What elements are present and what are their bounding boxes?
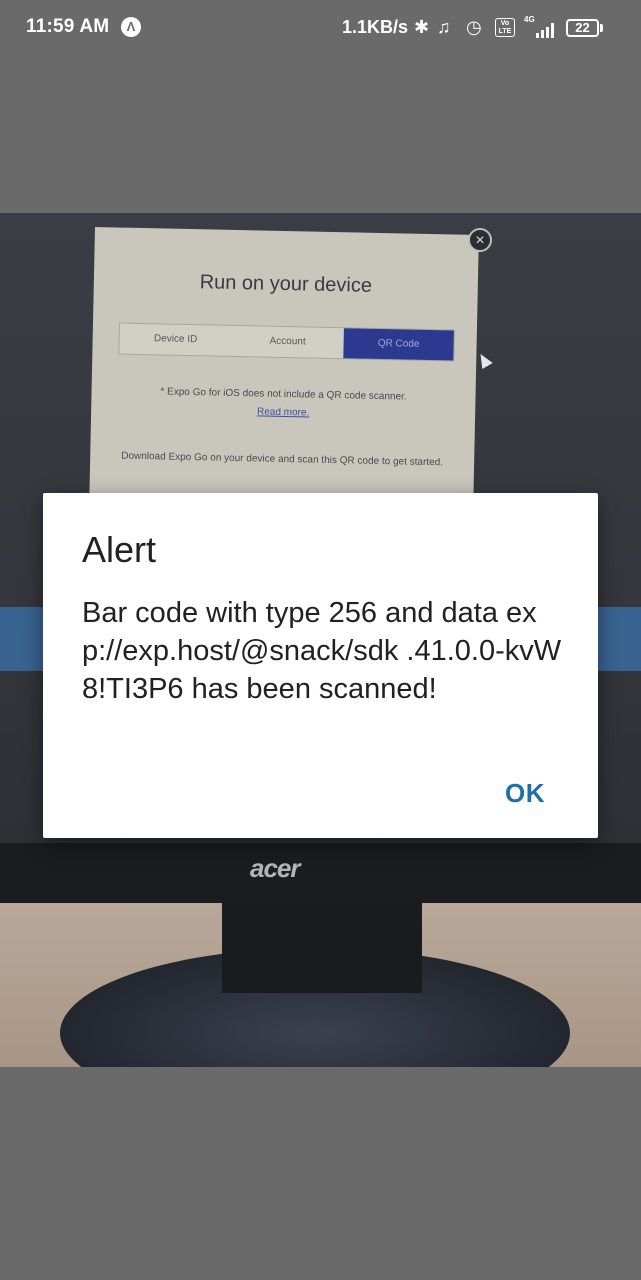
signal-icon xyxy=(532,22,556,38)
monitor-logo: acer xyxy=(250,853,300,883)
network-speed: 1.1KB/s xyxy=(342,17,409,37)
status-bar: 11:59 AM Λ 1.1KB/s ✱ ♫ ◷ Vo LTE 4G 22 xyxy=(0,0,641,58)
alert-message: Bar code with type 256 and data exp://ex… xyxy=(82,597,562,705)
monitor-stand-neck xyxy=(222,903,422,993)
battery-tip xyxy=(600,24,603,32)
alert-dialog: Alert Bar code with type 256 and data ex… xyxy=(43,493,598,838)
battery-icon: 22 xyxy=(566,19,599,37)
status-time: 11:59 AM xyxy=(26,16,110,37)
expo-read-more-link: Read more. xyxy=(256,406,310,419)
expo-app-icon: Λ xyxy=(121,17,141,37)
tab-account: Account xyxy=(269,335,306,348)
volte-icon: Vo LTE xyxy=(495,18,515,37)
bluetooth-icon: ✱ xyxy=(414,17,430,37)
ok-button[interactable]: OK xyxy=(503,776,547,811)
expo-tabs: Device ID Account QR Code xyxy=(118,322,455,362)
expo-description: Download Expo Go on your device and scan… xyxy=(121,450,444,469)
mute-icon: ♫ xyxy=(437,17,451,37)
expo-ios-note: * Expo Go for iOS does not include a QR … xyxy=(160,386,407,403)
tab-qr-code: QR Code xyxy=(343,328,454,361)
alarm-icon: ◷ xyxy=(466,17,482,37)
tab-device-id: Device ID xyxy=(153,333,198,346)
expo-dialog-title: Run on your device xyxy=(199,271,373,297)
expo-run-dialog: Run on your device Device ID Account QR … xyxy=(88,227,479,535)
alert-title: Alert xyxy=(82,529,157,570)
close-icon: × xyxy=(468,228,492,252)
